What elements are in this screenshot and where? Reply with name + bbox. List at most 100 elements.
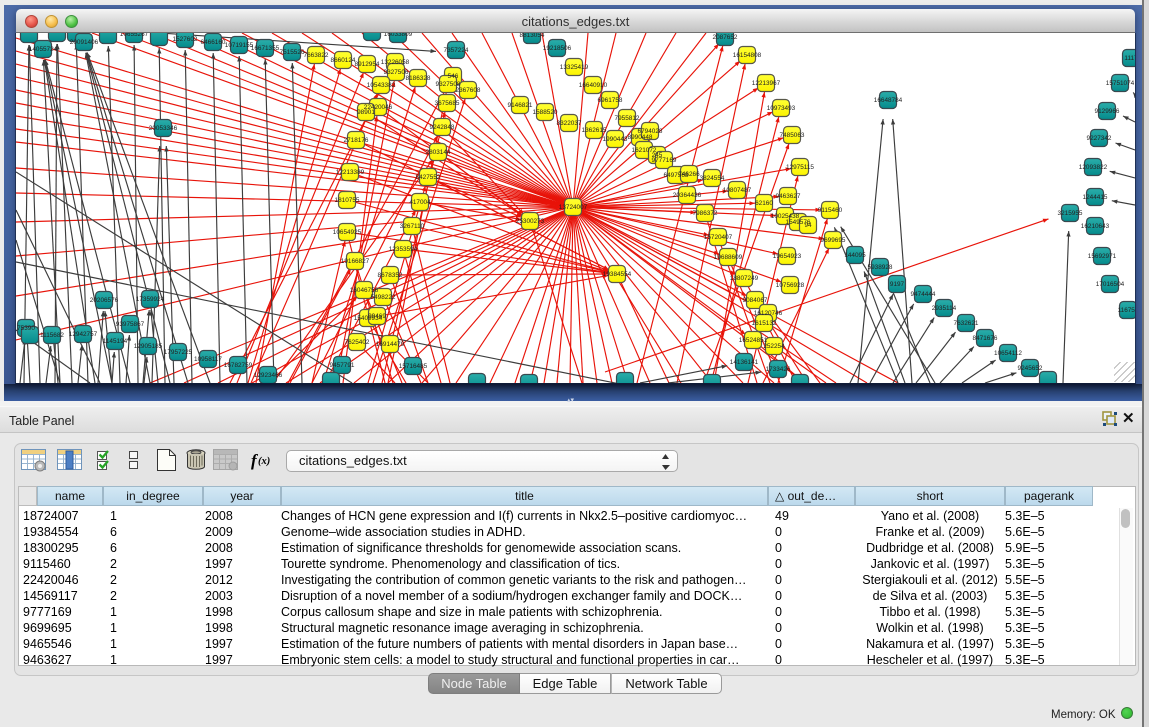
svg-text:93975867: 93975867	[116, 321, 145, 328]
svg-text:116753: 116753	[1118, 307, 1135, 314]
svg-text:16914479: 16914479	[376, 341, 405, 348]
svg-text:3675685: 3675685	[435, 100, 460, 107]
svg-text:3215955: 3215955	[1058, 210, 1083, 217]
svg-text:7485063: 7485063	[780, 132, 805, 139]
svg-text:10654925: 10654925	[333, 229, 362, 236]
svg-text:19384554: 19384554	[603, 271, 632, 278]
svg-text:746266: 746266	[678, 171, 700, 178]
svg-text:16648784: 16648784	[874, 97, 903, 104]
svg-text:15692971: 15692971	[1088, 253, 1117, 260]
svg-text:10807487: 10807487	[723, 187, 752, 194]
svg-text:1615132: 1615132	[752, 320, 777, 327]
svg-text:3267110: 3267110	[400, 223, 425, 230]
svg-text:2718176: 2718176	[344, 137, 369, 144]
svg-text:9463627: 9463627	[776, 193, 801, 200]
svg-text:19654923: 19654923	[773, 253, 802, 260]
svg-text:1527602: 1527602	[173, 36, 198, 43]
svg-text:10719155: 10719155	[225, 42, 254, 49]
svg-text:17957225: 17957225	[164, 349, 193, 356]
svg-text:16120746: 16120746	[754, 310, 783, 317]
svg-text:2935114: 2935114	[932, 305, 957, 312]
svg-text:252254: 252254	[763, 343, 785, 350]
svg-text:99469: 99469	[368, 313, 386, 320]
svg-text:19218506: 19218506	[543, 45, 572, 52]
svg-text:98901: 98901	[357, 109, 375, 116]
svg-text:20053346: 20053346	[149, 125, 178, 132]
svg-text:75390: 75390	[17, 325, 35, 332]
svg-text:2803144: 2803144	[426, 149, 451, 156]
svg-text:7986372: 7986372	[693, 210, 718, 217]
svg-text:10688609: 10688609	[714, 254, 743, 261]
svg-text:1145194: 1145194	[103, 338, 128, 345]
svg-text:1362615: 1362615	[582, 127, 607, 134]
svg-text:10655267: 10655267	[120, 33, 149, 38]
svg-text:15720407: 15720407	[704, 234, 733, 241]
svg-text:5938928: 5938928	[868, 264, 893, 271]
svg-text:16046756: 16046756	[350, 287, 379, 294]
svg-text:94: 94	[804, 222, 812, 229]
svg-text:1244415: 1244415	[1083, 194, 1108, 201]
svg-text:8813054: 8813054	[520, 33, 545, 39]
svg-text:16033809: 16033809	[384, 33, 413, 38]
svg-text:12923466: 12923466	[254, 372, 283, 379]
svg-text:6466160: 6466160	[201, 39, 226, 46]
svg-text:9242848: 9242848	[430, 124, 455, 131]
svg-text:13724007: 13724007	[559, 204, 588, 211]
svg-text:9115460: 9115460	[818, 207, 843, 214]
svg-text:9197: 9197	[890, 281, 905, 288]
svg-text:10958117: 10958117	[194, 356, 222, 363]
svg-text:20206576: 20206576	[90, 297, 119, 304]
svg-text:18807249: 18807249	[730, 275, 759, 282]
svg-text:9457791: 9457791	[330, 362, 355, 369]
svg-text:144095: 144095	[844, 252, 866, 259]
svg-text:15751074: 15751074	[1106, 80, 1135, 87]
svg-text:9084067: 9084067	[743, 297, 768, 304]
svg-text:20091406: 20091406	[70, 39, 99, 46]
svg-text:15716485: 15716485	[399, 363, 428, 370]
svg-text:8471676: 8471676	[973, 335, 998, 342]
svg-text:17016504: 17016504	[1096, 281, 1125, 288]
svg-text:7663822: 7663822	[304, 52, 329, 59]
svg-text:8660124: 8660124	[331, 57, 356, 64]
svg-text:14055724: 14055724	[29, 46, 58, 53]
svg-text:1990443: 1990443	[603, 136, 628, 143]
svg-text:8912954: 8912954	[355, 61, 380, 68]
svg-text:12905185: 12905185	[134, 343, 163, 350]
svg-text:9474444: 9474444	[911, 291, 936, 298]
svg-text:1810755: 1810755	[335, 197, 360, 204]
svg-text:(x): (x)	[258, 456, 270, 467]
svg-text:16640910: 16640910	[579, 82, 608, 89]
svg-text:10756928: 10756928	[776, 282, 805, 289]
svg-text:16782759: 16782759	[224, 362, 253, 369]
svg-text:12353594: 12353594	[389, 246, 418, 253]
svg-text:16154808: 16154808	[733, 52, 762, 59]
svg-text:9146821: 9146821	[508, 102, 533, 109]
svg-text:9129966: 9129966	[1095, 108, 1120, 115]
svg-text:14136141: 14136141	[730, 359, 759, 366]
svg-text:20364436: 20364436	[673, 192, 702, 199]
svg-text:12975115: 12975115	[786, 164, 814, 171]
svg-text:12213389: 12213389	[336, 169, 365, 176]
svg-text:13226058: 13226058	[381, 59, 410, 66]
svg-text:7515526: 7515526	[280, 49, 305, 56]
svg-text:12093822: 12093822	[1079, 164, 1108, 171]
svg-text:19166827: 19166827	[341, 258, 370, 265]
svg-text:10654112: 10654112	[994, 350, 1022, 357]
svg-text:8990448: 8990448	[628, 134, 653, 141]
svg-text:8427552: 8427552	[416, 174, 441, 181]
svg-text:8186328: 8186328	[406, 75, 431, 82]
svg-text:7632621: 7632621	[954, 320, 979, 327]
svg-text:8322037: 8322037	[557, 120, 582, 127]
svg-text:16210643: 16210643	[1081, 223, 1110, 230]
svg-text:17359924: 17359924	[136, 296, 165, 303]
svg-text:6794028: 6794028	[638, 128, 663, 135]
svg-text:5498222: 5498222	[371, 294, 396, 301]
svg-text:12942757: 12942757	[69, 331, 98, 338]
svg-text:546: 546	[448, 73, 459, 80]
svg-text:9245652: 9245652	[1018, 365, 1043, 372]
svg-text:12213967: 12213967	[752, 80, 781, 87]
svg-text:62160: 62160	[755, 200, 773, 207]
svg-text:16671355: 16671355	[251, 45, 280, 52]
svg-text:1588520: 1588520	[533, 109, 558, 116]
svg-text:1733426: 1733426	[766, 366, 791, 373]
